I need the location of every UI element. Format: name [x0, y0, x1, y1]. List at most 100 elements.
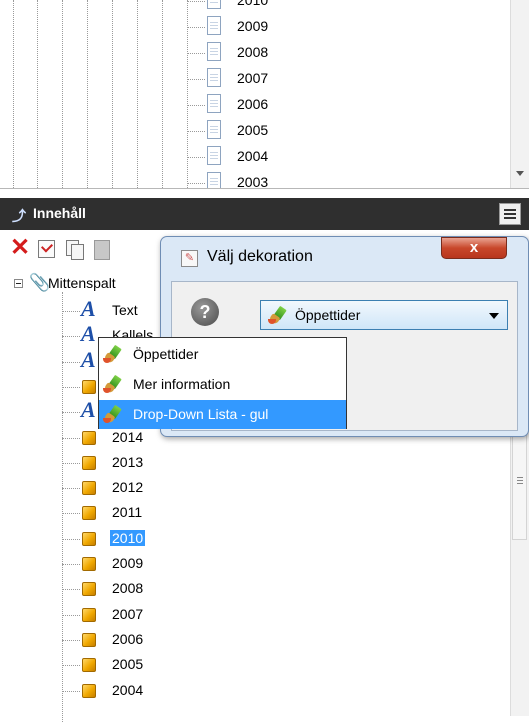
paintbrush-icon	[268, 305, 290, 325]
tree-node-label: 2013	[112, 453, 144, 470]
tree-node[interactable]: 2013	[62, 451, 262, 475]
file-tree-item-label: 2004	[237, 148, 269, 164]
dialog-app-icon: ✎	[181, 250, 198, 267]
tree-node[interactable]: 2005	[62, 653, 262, 677]
paperclip-icon: 📎	[29, 273, 51, 292]
folder-box-icon	[82, 683, 96, 698]
decoration-option[interactable]: Öppettider	[99, 340, 346, 369]
panel-title: Innehåll	[33, 205, 86, 221]
file-tree-item-label: 2005	[237, 122, 269, 138]
tree-node[interactable]: 2004	[62, 679, 262, 703]
tree-guide-line	[137, 0, 138, 188]
tree-node-label: 2012	[112, 479, 144, 496]
folder-box-icon	[82, 481, 96, 496]
file-tree-item-label: 2006	[237, 96, 269, 112]
tree-node[interactable]: 2012	[62, 476, 262, 500]
tree-node[interactable]: 2011	[62, 501, 262, 525]
tree-node-label: 2006	[112, 630, 144, 647]
file-tree-panel: 2010 2009 2008 2007 2006 2005 2004 2003	[0, 0, 529, 189]
file-tree-item-label: 2007	[237, 70, 269, 86]
text-icon: A	[81, 321, 96, 347]
tree-guide-line	[62, 0, 63, 188]
document-icon	[207, 16, 221, 35]
panel-menu-button[interactable]	[499, 203, 521, 225]
tree-node[interactable]: 2009	[62, 552, 262, 576]
tree-guide-line	[112, 0, 113, 188]
file-tree-item[interactable]: 2007	[187, 66, 447, 92]
file-tree-item[interactable]: 2006	[187, 92, 447, 118]
dialog-titlebar[interactable]: ✎ Välj dekoration x	[161, 237, 528, 279]
file-tree-item[interactable]: 2008	[187, 40, 447, 66]
file-tree-item-label: 2008	[237, 44, 269, 60]
folder-box-icon	[82, 506, 96, 521]
delete-icon[interactable]: ✕	[10, 236, 30, 260]
tree-node[interactable]: 2008	[62, 577, 262, 601]
scroll-down-icon[interactable]	[516, 171, 524, 176]
content-panel-header: ⤴ Innehåll	[0, 198, 529, 230]
text-icon: A	[81, 397, 96, 423]
folder-box-icon	[82, 531, 96, 546]
decoration-option-label: Öppettider	[133, 346, 199, 362]
document-icon	[207, 94, 221, 113]
tree-guide-line	[87, 0, 88, 188]
tree-node[interactable]: 2006	[62, 628, 262, 652]
tree-node-label: Text	[112, 302, 138, 318]
decoration-option[interactable]: Mer information	[99, 370, 346, 399]
folder-box-icon	[82, 455, 96, 470]
select-value: Öppettider	[295, 307, 361, 323]
file-tree-item[interactable]: 2004	[187, 144, 447, 170]
folder-box-icon	[82, 430, 96, 445]
folder-box-icon	[82, 582, 96, 597]
close-icon: x	[469, 239, 479, 256]
document-icon	[207, 0, 221, 9]
paintbrush-icon	[103, 404, 125, 424]
tree-node[interactable]: 2007	[62, 603, 262, 627]
close-button[interactable]: x	[441, 237, 507, 259]
file-tree-item[interactable]: 2009	[187, 14, 447, 40]
text-icon: A	[81, 346, 96, 372]
folder-box-icon	[82, 658, 96, 673]
decoration-option-label: Drop-Down Lista - gul	[133, 406, 269, 422]
paste-icon[interactable]	[94, 240, 110, 260]
paintbrush-icon	[103, 374, 125, 394]
tree-node-label: 2009	[112, 555, 144, 571]
dialog-title: Välj dekoration	[207, 248, 313, 265]
file-tree-item-label: 2003	[237, 174, 269, 189]
decoration-options-list: Öppettider Mer information Drop-Down Lista…	[98, 337, 347, 429]
document-icon	[207, 172, 221, 188]
file-tree-item[interactable]: 2010	[187, 0, 447, 14]
tree-node-label: 2005	[112, 656, 144, 673]
decoration-option[interactable]: Drop-Down Lista - gul	[99, 400, 346, 429]
decoration-select[interactable]: Öppettider	[260, 300, 508, 330]
tree-root-label[interactable]: Mittenspalt	[48, 275, 116, 291]
tree-guide-line	[37, 0, 38, 188]
text-icon: A	[81, 296, 96, 321]
document-icon	[207, 42, 221, 61]
document-icon	[207, 120, 221, 139]
chevron-down-icon[interactable]	[489, 313, 499, 319]
tree-node-label: 2004	[112, 681, 144, 698]
question-icon: ?	[191, 298, 219, 326]
decoration-option-label: Mer information	[133, 376, 231, 392]
vertical-scrollbar[interactable]	[510, 0, 529, 188]
folder-box-icon	[82, 379, 96, 394]
tree-node-label: 2008	[112, 580, 144, 597]
tree-node-label: 2010	[110, 529, 146, 546]
document-icon	[207, 146, 221, 165]
document-icon	[207, 68, 221, 87]
checklist-icon[interactable]	[38, 240, 55, 258]
copy-icon[interactable]	[66, 240, 86, 260]
tree-node-label: 2007	[112, 605, 144, 622]
folder-box-icon	[82, 557, 96, 571]
folder-box-icon	[82, 607, 96, 622]
tree-node[interactable]: 2010	[62, 527, 262, 551]
file-tree-item-label: 2009	[237, 18, 269, 34]
folder-box-icon	[82, 632, 96, 647]
file-tree-item[interactable]: 2005	[187, 118, 447, 144]
scrollbar-thumb[interactable]	[512, 420, 527, 540]
collapse-icon[interactable]	[14, 279, 23, 288]
file-tree-item-label: 2010	[237, 0, 269, 8]
tree-node-label: 2014	[112, 428, 144, 445]
file-tree-item[interactable]: 2003	[187, 170, 447, 189]
tree-guide-line	[13, 0, 14, 188]
